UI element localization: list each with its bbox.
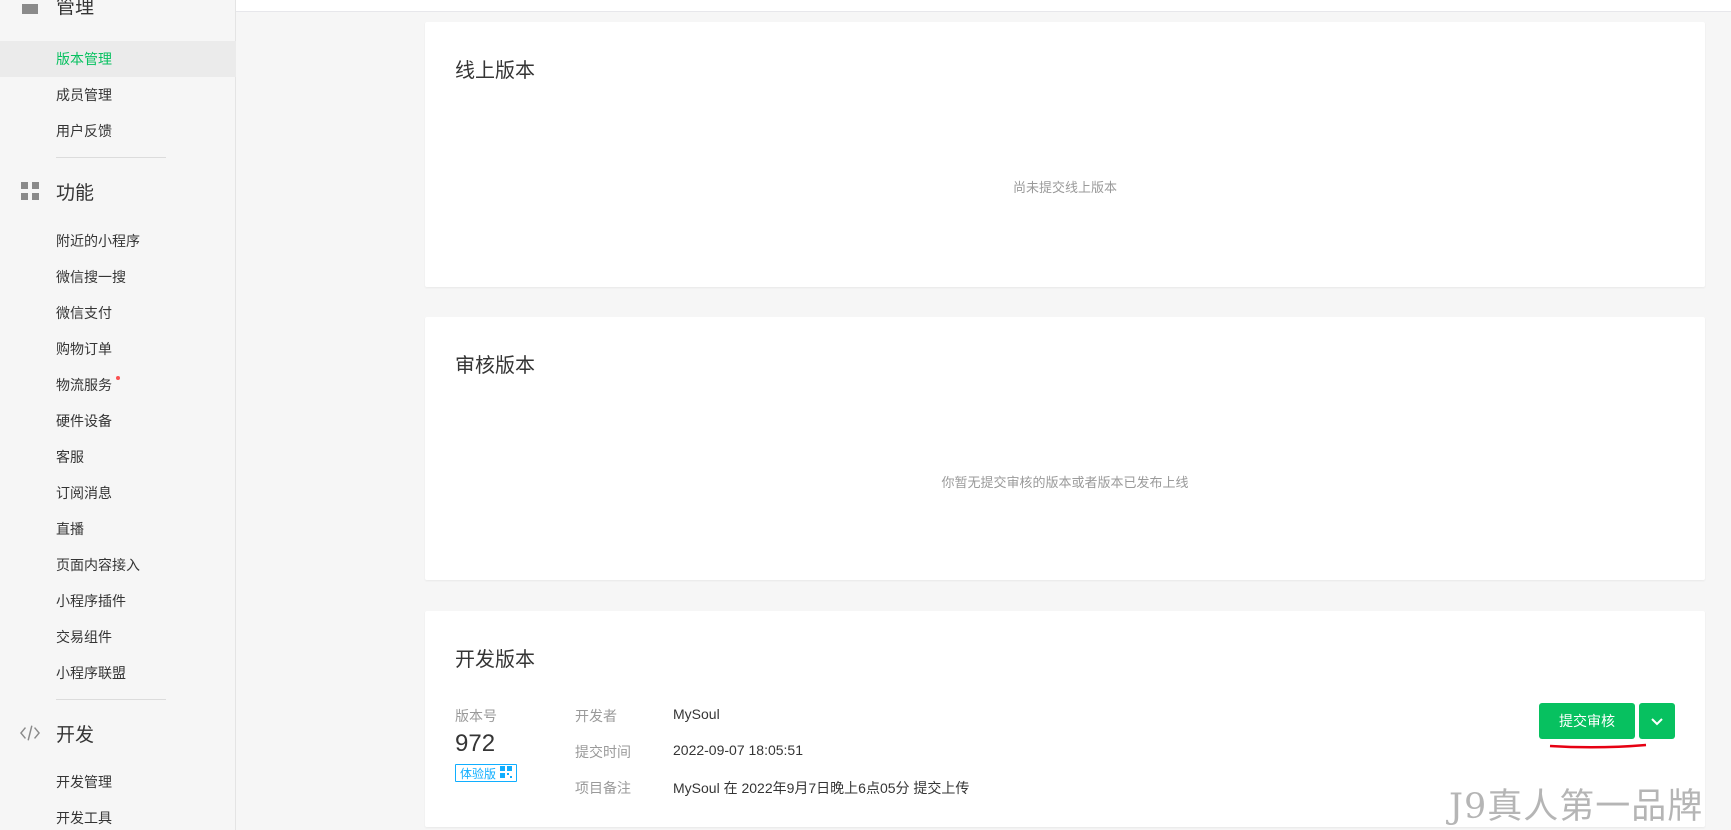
sidebar-item-label: 小程序联盟 <box>56 665 126 681</box>
sidebar-item-hardware[interactable]: 硬件设备 <box>0 403 236 439</box>
sidebar-item-nearby-miniprograms[interactable]: 附近的小程序 <box>0 223 236 259</box>
sidebar-divider <box>56 699 166 700</box>
section-title: 管理 <box>56 0 95 18</box>
sidebar-item-customer-service[interactable]: 客服 <box>0 439 236 475</box>
project-note-label: 项目备注 <box>575 780 631 796</box>
trial-version-badge[interactable]: 体验版 <box>455 764 518 782</box>
sidebar-item-trade-components[interactable]: 交易组件 <box>0 619 236 655</box>
sidebar: 管理 版本管理 成员管理 用户反馈 功能 附近的小程序 微信搜一搜 微信支付 购… <box>0 0 236 830</box>
sidebar-item-label: 直播 <box>56 521 84 537</box>
sidebar-item-label: 物流服务 <box>56 377 112 393</box>
sidebar-item-dev-tools[interactable]: 开发工具 <box>0 800 236 830</box>
sidebar-item-wechat-pay[interactable]: 微信支付 <box>0 295 236 331</box>
sidebar-item-label: 附近的小程序 <box>56 233 140 249</box>
card-title: 线上版本 <box>455 60 535 82</box>
sidebar-item-version-management[interactable]: 版本管理 <box>0 41 236 77</box>
section-title: 功能 <box>56 182 95 204</box>
project-note-value: MySoul 在 2022年9月7日晚上6点05分 提交上传 <box>673 780 970 796</box>
grid-icon <box>20 181 40 201</box>
card-title: 审核版本 <box>455 355 535 377</box>
sidebar-item-page-content[interactable]: 页面内容接入 <box>0 547 236 583</box>
empty-state-text: 你暂无提交审核的版本或者版本已发布上线 <box>941 475 1189 490</box>
submit-time-label: 提交时间 <box>575 744 631 760</box>
version-number: 972 <box>455 730 496 757</box>
sidebar-item-label: 交易组件 <box>56 629 112 645</box>
sidebar-item-label: 客服 <box>56 449 84 465</box>
sidebar-item-label: 小程序插件 <box>56 593 126 609</box>
sidebar-item-live[interactable]: 直播 <box>0 511 236 547</box>
version-number-label: 版本号 <box>455 708 497 724</box>
badge-label: 体验版 <box>460 766 497 781</box>
sidebar-item-shopping-orders[interactable]: 购物订单 <box>0 331 236 367</box>
red-annotation-underline <box>1549 743 1647 749</box>
card-title: 开发版本 <box>455 649 535 671</box>
online-version-card: 线上版本 尚未提交线上版本 <box>425 22 1705 287</box>
sidebar-item-label: 购物订单 <box>56 341 112 357</box>
section-develop-header: 开发 <box>20 720 94 746</box>
sidebar-item-member-management[interactable]: 成员管理 <box>0 77 236 113</box>
sidebar-item-label: 用户反馈 <box>56 123 112 139</box>
sidebar-item-plugins[interactable]: 小程序插件 <box>0 583 236 619</box>
top-bar-edge <box>0 0 1731 12</box>
more-actions-dropdown-button[interactable] <box>1639 703 1675 739</box>
developer-value: MySoul <box>673 706 720 722</box>
sidebar-divider <box>56 157 166 158</box>
sidebar-item-label: 版本管理 <box>56 51 112 67</box>
sidebar-item-label: 订阅消息 <box>56 485 112 501</box>
code-icon <box>20 723 40 743</box>
sidebar-item-alliance[interactable]: 小程序联盟 <box>0 655 236 691</box>
manage-icon <box>20 3 40 23</box>
submit-review-button[interactable]: 提交审核 <box>1539 703 1635 739</box>
sidebar-item-label: 页面内容接入 <box>56 557 140 573</box>
section-features-header: 功能 <box>20 178 94 204</box>
qr-code-icon <box>500 765 513 781</box>
sidebar-item-label: 微信支付 <box>56 305 112 321</box>
section-title: 开发 <box>56 724 95 746</box>
sidebar-item-label: 微信搜一搜 <box>56 269 126 285</box>
chevron-down-icon <box>1651 714 1663 729</box>
sidebar-item-label: 开发工具 <box>56 810 112 826</box>
sidebar-item-dev-management[interactable]: 开发管理 <box>0 764 236 800</box>
sidebar-item-label: 硬件设备 <box>56 413 112 429</box>
sidebar-item-wechat-search[interactable]: 微信搜一搜 <box>0 259 236 295</box>
empty-state-text: 尚未提交线上版本 <box>1012 180 1117 195</box>
sidebar-item-subscription-messages[interactable]: 订阅消息 <box>0 475 236 511</box>
new-dot-badge <box>116 376 120 380</box>
sidebar-item-user-feedback[interactable]: 用户反馈 <box>0 113 236 149</box>
sidebar-item-logistics[interactable]: 物流服务 <box>0 367 236 403</box>
submit-time-value: 2022-09-07 18:05:51 <box>673 742 803 758</box>
developer-label: 开发者 <box>575 708 617 724</box>
section-manage-header: 管理 <box>20 0 94 26</box>
sidebar-item-label: 成员管理 <box>56 87 112 103</box>
sidebar-item-label: 开发管理 <box>56 774 112 790</box>
watermark-text: J9真人第一品牌 <box>1449 787 1704 827</box>
review-version-card: 审核版本 你暂无提交审核的版本或者版本已发布上线 <box>425 317 1705 580</box>
